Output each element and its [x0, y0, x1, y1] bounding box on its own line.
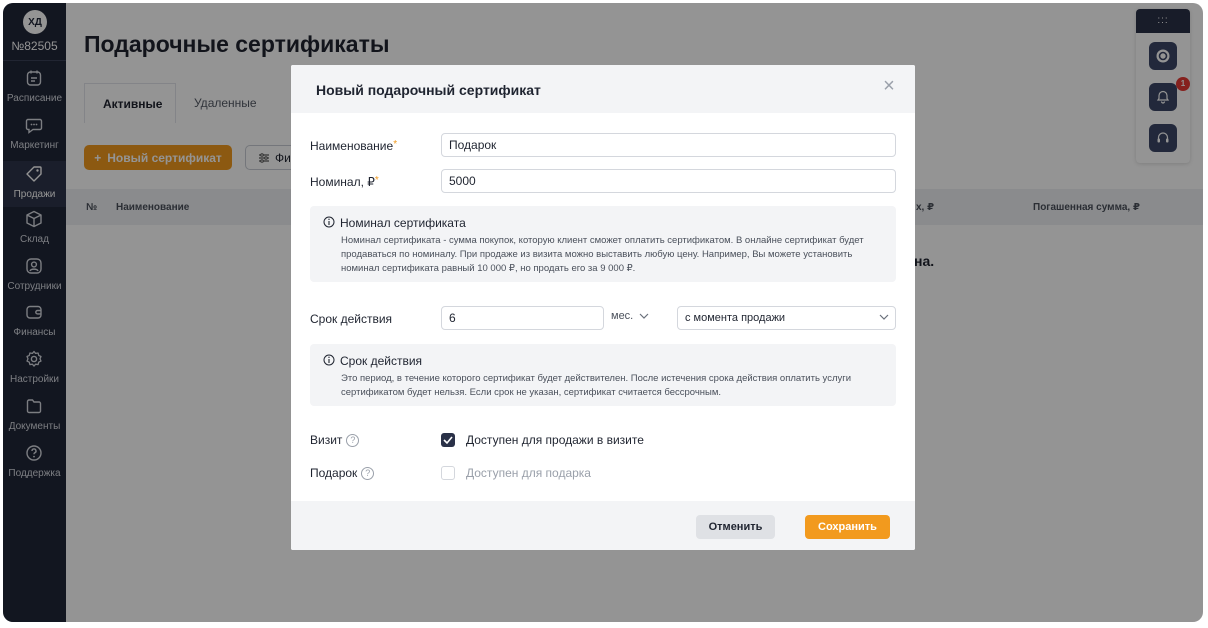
- validity-label: Срок действия: [310, 312, 393, 326]
- validity-info-box: Срок действия Это период, в течение кото…: [310, 344, 896, 406]
- visit-checkbox-label[interactable]: Доступен для продажи в визите: [466, 433, 644, 447]
- gift-label: Подарок?: [310, 466, 375, 481]
- dialog-footer: Отменить Сохранить: [291, 501, 915, 550]
- visit-label: Визит?: [310, 433, 360, 448]
- validity-input[interactable]: [441, 306, 604, 330]
- gift-checkbox-label[interactable]: Доступен для подарка: [466, 466, 591, 480]
- visit-checkbox[interactable]: [441, 433, 455, 447]
- validity-from-value: с момента продажи: [685, 312, 786, 324]
- help-icon[interactable]: ?: [346, 434, 360, 448]
- chevron-down-icon: [639, 313, 649, 319]
- validity-unit-select[interactable]: мес.: [611, 310, 649, 322]
- validity-unit-label: мес.: [611, 310, 634, 322]
- name-label: Наименование*: [310, 139, 398, 153]
- info-icon: [323, 216, 335, 228]
- info-text: Номинал сертификата - сумма покупок, кот…: [341, 235, 864, 274]
- validity-from-select[interactable]: с момента продажи: [677, 306, 896, 330]
- checkmark-icon: [443, 436, 453, 445]
- cancel-button[interactable]: Отменить: [696, 515, 775, 539]
- info-title: Номинал сертификата: [340, 216, 466, 230]
- required-mark: *: [374, 175, 379, 186]
- help-icon[interactable]: ?: [361, 467, 375, 481]
- name-input[interactable]: [441, 133, 896, 157]
- dialog-title: Новый подарочный сертификат: [316, 82, 541, 98]
- info-title: Срок действия: [340, 354, 423, 368]
- required-mark: *: [393, 139, 398, 150]
- info-icon: [323, 354, 335, 366]
- gift-checkbox[interactable]: [441, 466, 455, 480]
- nominal-label: Номинал, ₽*: [310, 175, 379, 189]
- nominal-info-box: Номинал сертификата Номинал сертификата …: [310, 206, 896, 282]
- dialog-header: Новый подарочный сертификат ×: [291, 65, 915, 113]
- nominal-input[interactable]: [441, 169, 896, 193]
- app-window: ХД №82505 Расписание Маркетинг Продажи С…: [3, 3, 1203, 622]
- save-button[interactable]: Сохранить: [805, 515, 890, 539]
- chevron-down-icon: [879, 314, 889, 320]
- new-certificate-dialog: Новый подарочный сертификат × Наименован…: [291, 65, 915, 550]
- info-text: Это период, в течение которого сертифика…: [341, 373, 852, 398]
- close-icon[interactable]: ×: [879, 76, 899, 96]
